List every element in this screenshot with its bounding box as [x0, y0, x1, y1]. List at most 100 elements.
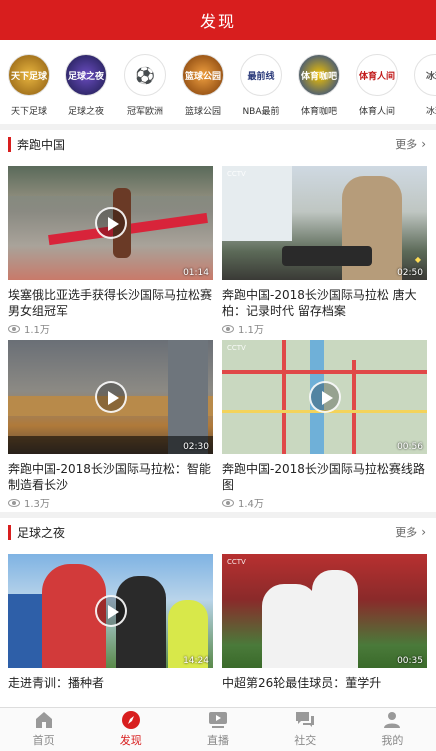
thumb-background-trees — [8, 166, 213, 196]
map-route-horizontal — [222, 370, 427, 374]
tab-label: 首页 — [32, 734, 55, 747]
channel-item-tianxia-zuqiu[interactable]: 天下足球 天下足球 — [0, 54, 58, 117]
tab-social[interactable]: 社交 — [262, 708, 349, 751]
channel-item-nba-zuiqian[interactable]: 最前线 NBA最前 — [232, 54, 290, 117]
section-accent-bar — [8, 524, 11, 540]
player-figure — [262, 584, 318, 668]
tab-discover[interactable]: 发现 — [87, 708, 174, 751]
video-thumbnail[interactable]: CCTV 00:35 — [222, 554, 427, 668]
play-icon[interactable] — [94, 381, 127, 413]
video-thumbnail[interactable]: 02:30 — [8, 340, 213, 454]
nba-zuiqian-logo: 最前线 — [240, 54, 282, 96]
video-card[interactable]: CCTV 00:35 中超第26轮最佳球员：董学升 — [222, 554, 427, 691]
video-duration: 01:14 — [183, 268, 209, 278]
cctv-logo: CCTV — [227, 170, 246, 178]
channel-item-tiyu-kaba[interactable]: 体育咖吧 体育咖吧 — [290, 54, 348, 117]
lanqiu-gongyuan-logo: 篮球公园 — [182, 54, 224, 96]
video-title[interactable]: 走进青训：播种者 — [8, 675, 213, 691]
video-thumbnail[interactable]: CCTV ◆ 02:50 — [222, 166, 427, 280]
video-thumbnail[interactable]: 14:24 — [8, 554, 213, 668]
view-count: 1.1万 — [222, 321, 427, 336]
view-count: 1.4万 — [222, 495, 427, 510]
section-title: 奔跑中国 — [17, 137, 66, 152]
video-title[interactable]: 奔跑中国-2018长沙国际马拉松赛线路图 — [222, 461, 427, 493]
motorbike-figure — [282, 246, 372, 266]
play-icon[interactable] — [308, 381, 341, 413]
tab-home[interactable]: 首页 — [0, 708, 87, 751]
page-title: 发现 — [199, 12, 236, 31]
tianxia-zuqiu-logo: 天下足球 — [8, 54, 50, 96]
video-card[interactable]: 02:30 奔跑中国-2018长沙国际马拉松：智能制造看长沙 1.3万 — [8, 340, 213, 510]
section-divider — [0, 124, 436, 130]
more-link[interactable]: 更多 — [395, 524, 417, 540]
section-header-zuqiu-zhiye: 足球之夜 更多 › — [0, 521, 436, 543]
video-duration: 02:30 — [183, 442, 209, 452]
section-header-benpao-zhongguo: 奔跑中国 更多 › — [0, 133, 436, 155]
map-route-vertical — [352, 360, 356, 454]
bottom-tab-bar: 首页 发现 直播 社交 我的 — [0, 707, 436, 751]
channel-label: 体育咖吧 — [300, 107, 337, 117]
zuqiu-zhiye-logo: 足球之夜 — [65, 54, 107, 96]
tab-label: 直播 — [207, 734, 229, 747]
live-play-icon — [208, 711, 228, 729]
view-count-value: 1.1万 — [24, 325, 50, 336]
map-route-vertical — [282, 340, 286, 454]
video-duration: 00:56 — [397, 442, 423, 452]
video-title[interactable]: 奔跑中国-2018长沙国际马拉松 唐大柏：记录时代 留存档案 — [222, 287, 427, 319]
channel-label: NBA最前 — [242, 107, 280, 117]
man-figure — [116, 576, 166, 668]
channel-item-tiyu-renjian[interactable]: 体育人间 体育人间 — [348, 54, 406, 117]
tab-label: 我的 — [381, 734, 404, 747]
bingqiu-logo: 冰球 — [414, 54, 436, 96]
channel-label: 篮球公园 — [184, 107, 221, 117]
video-duration: 00:35 — [397, 656, 423, 666]
view-count: 1.1万 — [8, 321, 213, 336]
eye-icon — [8, 498, 20, 507]
channel-item-lanqiu-gongyuan[interactable]: 篮球公园 篮球公园 — [174, 54, 232, 117]
view-count: 1.3万 — [8, 495, 213, 510]
eye-icon — [8, 324, 20, 333]
eye-icon — [222, 498, 234, 507]
video-title[interactable]: 中超第26轮最佳球员：董学升 — [222, 675, 427, 691]
video-title[interactable]: 埃塞俄比亚选手获得长沙国际马拉松赛男女组冠军 — [8, 287, 213, 319]
section-divider — [0, 512, 436, 518]
video-card[interactable]: CCTV 00:56 奔跑中国-2018长沙国际马拉松赛线路图 1.4万 — [222, 340, 427, 510]
tiyu-kaba-logo: 体育咖吧 — [298, 54, 340, 96]
video-title[interactable]: 奔跑中国-2018长沙国际马拉松：智能制造看长沙 — [8, 461, 213, 493]
chevron-right-icon[interactable]: › — [421, 525, 426, 539]
channel-label: 天下足球 — [10, 107, 47, 117]
channel-label: 足球之夜 — [67, 107, 104, 117]
tiyu-renjian-logo: 体育人间 — [356, 54, 398, 96]
tab-label: 社交 — [294, 734, 317, 747]
section-title: 足球之夜 — [17, 525, 66, 540]
channel-item-zuqiu-zhiye[interactable]: 足球之夜 足球之夜 — [57, 54, 115, 117]
chat-bubbles-icon — [295, 711, 315, 729]
channel-label: 冠军欧洲 — [126, 107, 163, 117]
channel-item-bingqiu[interactable]: 冰球 冰球 — [406, 54, 436, 117]
video-card[interactable]: 14:24 走进青训：播种者 — [8, 554, 213, 691]
channel-label: 冰球 — [425, 107, 436, 117]
channel-label: 体育人间 — [358, 107, 395, 117]
view-count-value: 1.3万 — [24, 499, 50, 510]
chevron-right-icon[interactable]: › — [421, 137, 426, 151]
section-accent-bar — [8, 136, 11, 152]
channel-strip[interactable]: 天下足球 天下足球 足球之夜 足球之夜 ⚽ 冠军欧洲 篮球公园 篮球公园 最前线… — [0, 48, 436, 122]
top-bar: 发现 — [0, 0, 436, 40]
video-thumbnail[interactable]: 01:14 — [8, 166, 213, 280]
video-card[interactable]: CCTV ◆ 02:50 奔跑中国-2018长沙国际马拉松 唐大柏：记录时代 留… — [222, 166, 427, 336]
player-figure — [312, 570, 358, 668]
channel-item-guanjun-ouzhou[interactable]: ⚽ 冠军欧洲 — [116, 54, 174, 117]
video-card[interactable]: 01:14 埃塞俄比亚选手获得长沙国际马拉松赛男女组冠军 1.1万 — [8, 166, 213, 336]
view-count-value: 1.1万 — [238, 325, 264, 336]
play-icon[interactable] — [94, 595, 127, 627]
cctv-logo: CCTV — [227, 344, 246, 352]
tab-live[interactable]: 直播 — [174, 708, 261, 751]
view-count-value: 1.4万 — [238, 499, 264, 510]
champions-league-logo: ⚽ — [124, 54, 166, 96]
user-icon — [382, 711, 402, 729]
tab-mine[interactable]: 我的 — [349, 708, 436, 751]
more-link[interactable]: 更多 — [395, 136, 417, 152]
play-icon[interactable] — [94, 207, 127, 239]
channel-watermark: ◆ — [414, 255, 421, 264]
video-thumbnail[interactable]: CCTV 00:56 — [222, 340, 427, 454]
